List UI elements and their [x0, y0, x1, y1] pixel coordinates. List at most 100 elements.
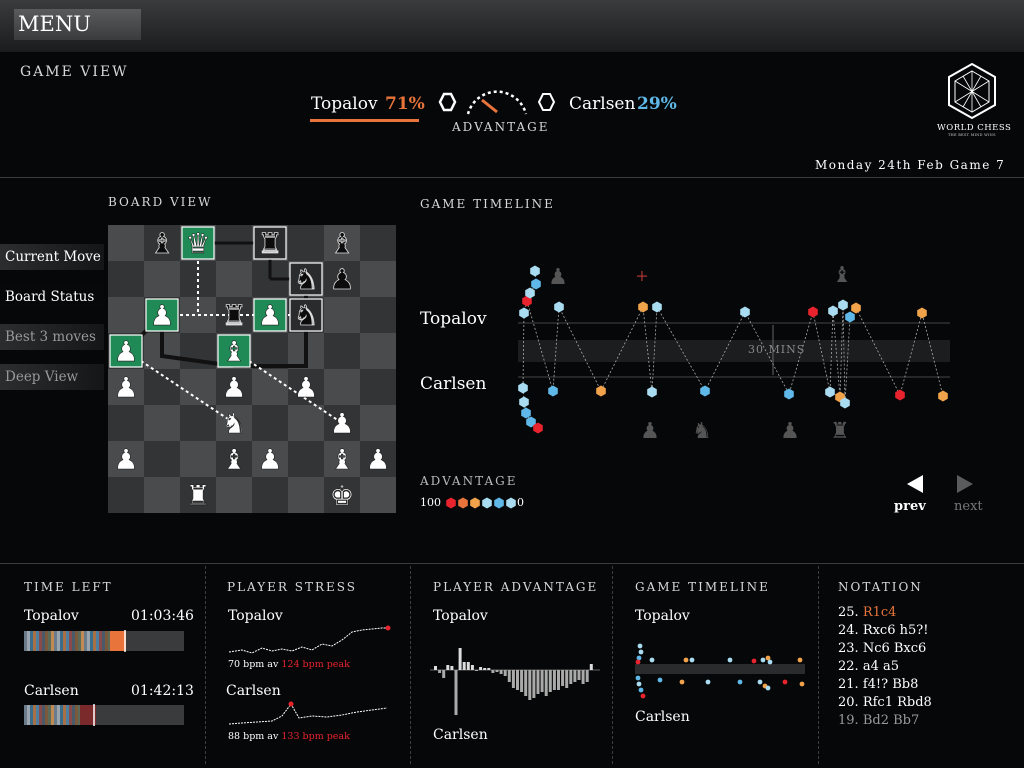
rook-black-piece: ♜: [257, 227, 282, 260]
time-bar-segment: [42, 631, 45, 651]
board-square: [360, 369, 396, 405]
sidebar-item-best-3-moves[interactable]: Best 3 moves: [0, 324, 104, 350]
pawn-white-piece: ♟: [113, 371, 138, 404]
sidebar-item-current-move[interactable]: Current Move: [0, 244, 104, 270]
time-bar-segment: [36, 631, 39, 651]
advantage-bar: [479, 667, 483, 670]
player2-name: Carlsen: [569, 94, 636, 114]
game-timeline-chart[interactable]: ♟ ♝ ♟ ♞ ♟ ♜ +: [500, 255, 960, 445]
mini-timeline-dot: [640, 693, 646, 699]
move-text: a4 a5: [862, 659, 899, 674]
time-bar-segment: [51, 631, 54, 651]
move-text: Rxc6 h5?!: [862, 623, 929, 638]
advantage-gauge: [438, 90, 556, 115]
bishop-black-piece: ♝: [329, 227, 354, 260]
notation-move[interactable]: 21. f4!? Bb8: [838, 676, 932, 694]
game-date: Monday 24th Feb Game 7: [815, 158, 1006, 172]
advantage-bar: [470, 665, 474, 670]
captured-piece-icon: ♜: [830, 419, 850, 444]
timeline-move-hex: [838, 299, 848, 311]
time-bar-segment: [54, 631, 57, 651]
mini-timeline-dot: [636, 655, 642, 661]
timeline-move-hex: [554, 301, 564, 313]
mini-timeline-player2: Carlsen: [635, 709, 690, 725]
player1-name: Topalov: [311, 94, 378, 114]
pawn-white-piece: ♟: [257, 443, 282, 476]
divider: [0, 177, 1024, 178]
notation-move[interactable]: 24. Rxc6 h5?!: [838, 622, 932, 640]
notation-move[interactable]: 25. R1c4: [838, 604, 932, 622]
time-bar-segment: [102, 631, 105, 651]
mini-timeline-dot: [683, 657, 689, 663]
mini-timeline-dot: [636, 681, 642, 687]
pawn-black-piece: ♟: [329, 263, 354, 296]
bishop-white-piece: ♝: [329, 443, 354, 476]
advantage-bar: [524, 670, 528, 696]
timeline-move-hex: [521, 407, 531, 419]
time-bar-segment: [42, 705, 45, 725]
notation-move[interactable]: 23. Nc6 Bxc6: [838, 640, 932, 658]
captured-piece-icon: ♟: [780, 419, 800, 444]
board-square: [324, 333, 360, 369]
board-square: [252, 477, 288, 513]
time-bar-segment: [30, 705, 33, 725]
board-square: [324, 369, 360, 405]
board-square: [144, 441, 180, 477]
mini-timeline-dot: [799, 681, 805, 687]
next-button[interactable]: next: [954, 499, 983, 514]
knight-white-piece: ♞: [221, 407, 246, 440]
advantage-bar: [458, 648, 462, 670]
notation-move[interactable]: 19. Bd2 Bb7: [838, 712, 932, 730]
advantage-bar: [573, 670, 577, 682]
time-bar-segment: [39, 631, 42, 651]
move-number: 25.: [838, 605, 863, 620]
next-arrow-icon[interactable]: [955, 473, 975, 495]
advantage-bar: [454, 670, 458, 715]
pawn-black-piece: ♟: [257, 299, 282, 332]
time-bar-current: [110, 631, 126, 651]
player-advantage-chart: [430, 648, 600, 715]
queen-black-piece: ♛: [185, 227, 210, 260]
advantage-bar: [450, 666, 454, 670]
player-stress-title: PLAYER STRESS: [227, 580, 358, 594]
legend-max: 100: [420, 496, 441, 509]
sidebar-item-deep-view[interactable]: Deep View: [0, 364, 104, 390]
board-square: [216, 261, 252, 297]
board-square: [108, 477, 144, 513]
advantage-bar: [483, 668, 487, 670]
mini-timeline-dot: [767, 659, 773, 665]
chess-board[interactable]: ♝ ♛ ♜ ♝♞ ♟♟ ♜ ♟ ♞♟ ♝♟ ♟ ♟♞ ♟♟ ♝ ♟ ♝ ♟♜ ♚: [108, 225, 397, 518]
board-square: [180, 441, 216, 477]
stress-peak-marker: [385, 625, 391, 631]
advantage-bar: [487, 668, 491, 670]
menu-button[interactable]: MENU: [14, 9, 141, 40]
advantage-bar: [585, 670, 589, 682]
advantage-bar: [561, 670, 565, 686]
advantage-bar: [462, 662, 466, 670]
prev-button[interactable]: prev: [894, 499, 926, 514]
time-bar-segment: [45, 631, 48, 651]
timeline-move-hex: [784, 388, 794, 400]
sidebar-item-board-status[interactable]: Board Status: [0, 284, 104, 310]
move-number: 19.: [838, 713, 863, 728]
advantage-bar: [589, 664, 593, 670]
mini-timeline-player1: Topalov: [635, 608, 690, 624]
notation-move[interactable]: 22. a4 a5: [838, 658, 932, 676]
timeline-move-hex: [652, 301, 662, 313]
prev-arrow-icon[interactable]: [905, 473, 925, 495]
advantage-bar: [511, 670, 515, 688]
advantage-bar: [491, 670, 495, 673]
top-bar: [0, 0, 1024, 52]
timeline-band: [518, 340, 950, 362]
move-number: 22.: [838, 659, 863, 674]
advantage-bar: [466, 662, 470, 670]
mini-timeline-dot: [635, 675, 641, 681]
mini-timeline-dot: [638, 687, 644, 693]
timeline-move-hex: [519, 396, 529, 408]
board-square: [360, 261, 396, 297]
mini-band: [635, 664, 805, 674]
notation-move[interactable]: 20. Rfc1 Rbd8: [838, 694, 932, 712]
divider: [612, 566, 613, 764]
time-bar-segment: [48, 631, 51, 651]
advantage-bar: [544, 670, 548, 696]
